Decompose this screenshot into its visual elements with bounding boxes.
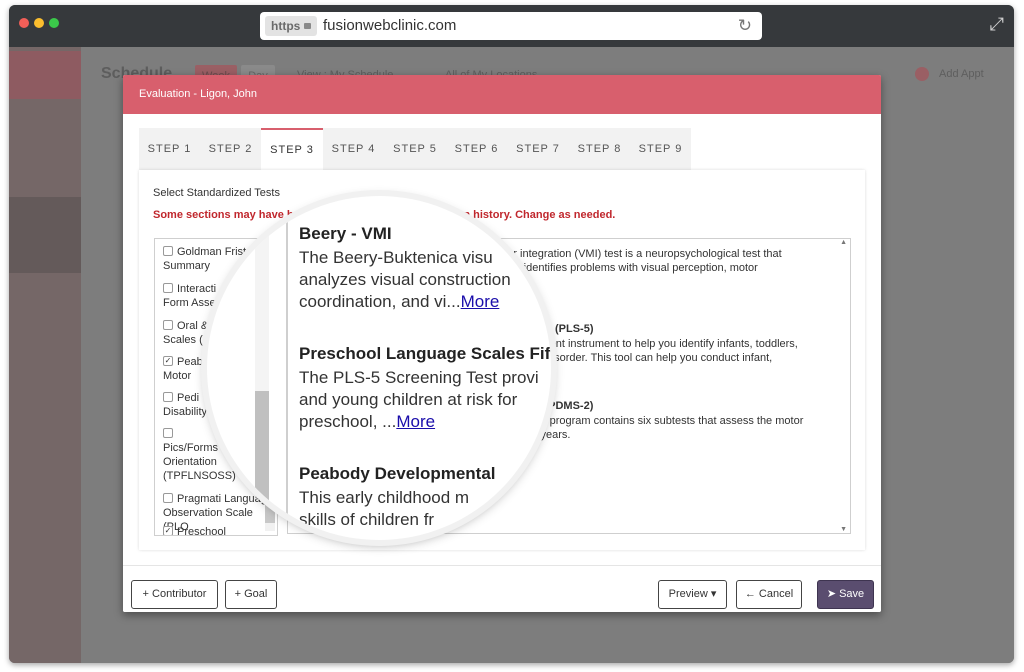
https-badge: https [265,16,318,36]
more-link[interactable]: More [396,412,435,431]
detail-line: n efficient instrument to help you ident… [518,338,798,350]
lens-line: This early childhood m [299,488,470,507]
tab-step-3[interactable]: STEP 3 [261,128,323,170]
test-label-line2: Scales ( [163,334,203,346]
lock-icon [304,22,312,29]
modal-footer: + Contributor + Goal Preview ▾ ← Cancel … [123,565,881,612]
lens-line: and young children at risk for [299,390,518,409]
test-label-line2: Disability [163,406,208,418]
protocol-label: https [271,19,301,33]
reload-icon[interactable]: ↻ [738,17,752,34]
checkbox[interactable] [163,283,173,294]
scroll-down-icon[interactable]: ▼ [840,526,847,533]
tab-step-4[interactable]: STEP 4 [323,128,384,170]
scroll-up-icon[interactable]: ▲ [840,239,847,246]
test-label: Oral & [177,320,209,332]
lens-line: The PLS-5 Screening Test provi [299,368,539,387]
tab-step-9[interactable]: STEP 9 [630,128,691,170]
add-appt-label: Add Appt [939,68,984,80]
lens-detail-text: The Beery-Buktenica visu analyzes visual … [299,247,551,313]
more-link[interactable]: More [461,292,500,311]
lens-detail-text: The PLS-5 Screening Test provi and young … [299,367,551,433]
lens-line: skills of children fr [299,510,435,529]
detail-line: uage disorder. This tool can help you co… [518,352,773,364]
step-tabs: STEP 1 STEP 2 STEP 3 STEP 4 STEP 5 STEP … [139,128,691,170]
lens-test-detail: Preschool Language Scales Fif The PLS-5 … [299,344,551,433]
tab-step-1[interactable]: STEP 1 [139,128,200,170]
lens-detail-title: Peabody Developmental [299,464,496,483]
tab-step-8[interactable]: STEP 8 [569,128,630,170]
lens-line: analyzes visual construction [299,270,511,289]
detail-line: pment program contains six subtests that… [516,415,804,427]
modal-title: Evaluation - Ligon, John [139,88,258,100]
address-bar[interactable]: https fusionwebclinic.com ↻ [260,12,762,40]
lens-detail-title: Preschool Language Scales Fif [299,344,551,363]
tab-step-6[interactable]: STEP 6 [446,128,507,170]
lens-scrollbar-thumb [255,391,269,511]
lens-detail-title: Beery - VMI [299,224,392,243]
save-label: Save [839,588,865,600]
url-text[interactable]: fusionwebclinic.com [323,17,456,34]
modal-header: Evaluation - Ligon, John [123,75,881,114]
magnifier-content: Beery - VMI The Beery-Buktenica visu anal… [207,196,551,540]
lens-line: The Beery-Buktenica visu [299,248,493,267]
app-sidebar [9,47,81,663]
checkbox[interactable]: ✓ [163,356,173,367]
send-icon: ➤ [826,588,837,600]
checkbox[interactable] [163,428,173,439]
tab-step-5[interactable]: STEP 5 [384,128,446,170]
checkbox[interactable] [163,246,173,257]
checkbox[interactable]: ✓ [163,526,173,535]
lens-test-detail: Beery - VMI The Beery-Buktenica visu anal… [299,224,551,313]
lens-scrollbar [255,206,269,511]
cancel-label: Cancel [758,588,794,600]
tab-step-7[interactable]: STEP 7 [507,128,569,170]
tab-step-2[interactable]: STEP 2 [200,128,261,170]
magnifier-lens: Beery - VMI The Beery-Buktenica visu anal… [207,196,551,540]
close-window-icon[interactable] [19,18,29,28]
caret-down-icon: ▾ [710,588,717,600]
preview-label: Preview [668,588,708,600]
maximize-window-icon[interactable] [49,18,59,28]
lens-divider [286,206,288,521]
preview-button[interactable]: Preview ▾ [658,580,727,609]
checkbox[interactable] [163,320,173,331]
lens-line: preschool, ... [299,412,397,431]
cancel-button[interactable]: ← Cancel [736,580,802,609]
add-contributor-button[interactable]: + Contributor [131,580,218,609]
fullscreen-icon[interactable]: ⤢ [990,15,1004,33]
save-button[interactable]: ➤ Save [817,580,874,609]
minimize-window-icon[interactable] [34,18,44,28]
sidebar-active-item [9,197,81,273]
add-icon [915,67,929,81]
lens-line: coordination, and vi... [299,292,461,311]
checkbox[interactable] [163,493,173,504]
test-label-line2: Motor [163,370,192,382]
add-goal-button[interactable]: + Goal [225,580,277,609]
checkbox[interactable] [163,392,173,403]
test-label-line2: Summary [163,260,211,272]
test-label: Pedi [177,392,200,404]
test-label: Peab [177,356,203,368]
lens-detail-text: This early childhood m skills of children… [299,487,551,531]
browser-titlebar: https fusionwebclinic.com ↻ ⤢ [9,5,1014,47]
lens-test-detail: Peabody Developmental This early childho… [299,464,551,531]
sidebar-highlight [9,51,81,99]
arrow-left-icon: ← [744,588,756,600]
